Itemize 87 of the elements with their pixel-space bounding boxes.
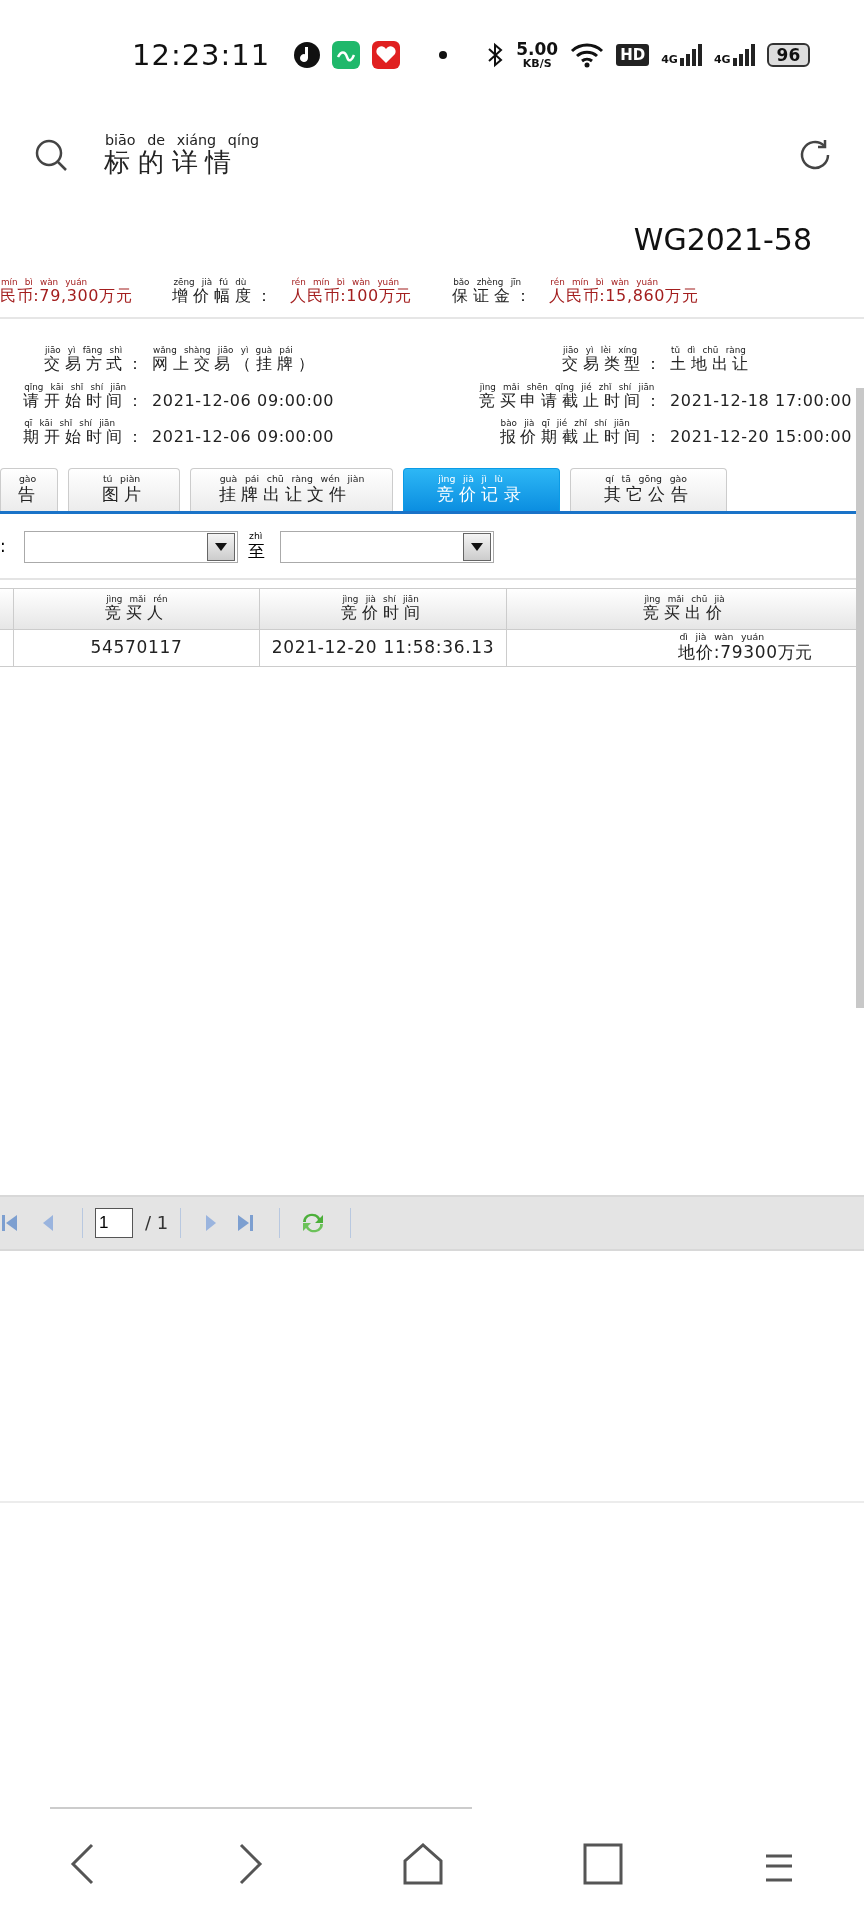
network-type: 4G	[713, 53, 731, 66]
info-label: 交易类型：	[562, 355, 666, 374]
pinyin-text: qí tā gōng gào	[604, 474, 688, 485]
pinyin-text: jìng mǎi chū jià	[644, 594, 725, 605]
music-app-icon	[294, 42, 321, 68]
signal-icon	[732, 44, 755, 66]
pinyin-text: jìng jià shí jiān	[342, 594, 419, 605]
column-title: 竞买人	[105, 604, 168, 623]
dot-icon	[438, 50, 449, 60]
home-icon[interactable]	[402, 1843, 443, 1885]
page-title: 标的详情	[104, 148, 240, 179]
price-label: 保证金：	[452, 286, 536, 305]
pinyin-text: zēng jià fú dù	[173, 276, 247, 287]
tab[interactable]: guà pái chū ràng wén jiàn 挂牌出让文件	[190, 467, 393, 511]
caret-icon	[215, 542, 227, 551]
refresh-icon[interactable]	[798, 138, 832, 172]
info-value: 土地出让	[670, 355, 754, 374]
info-label: 请开始时间：	[23, 391, 148, 410]
info-label: 交易方式：	[44, 355, 148, 374]
pinyin-text: jìng mǎi shēn qǐng jié zhǐ shí jiān	[478, 381, 655, 392]
price-label: 增价幅度：	[172, 286, 277, 305]
tab-label: 图片	[101, 485, 147, 505]
pinyin-text: dì jià wàn yuán	[678, 632, 765, 644]
price-value: 人民币:100万元	[290, 286, 413, 305]
pinyin-text: zhì	[248, 531, 263, 543]
dropdown-button[interactable]	[463, 532, 492, 561]
pinyin-text: bào jià qī jié zhǐ shí jiān	[499, 418, 630, 428]
pinyin-text: mín bì wàn yuán	[0, 276, 88, 287]
pinyin-text: rén mín bì wàn yuán	[549, 276, 659, 287]
info-value: 2021-12-20 15:00:00	[670, 428, 853, 447]
table-cell-text: 2021-12-20 11:58:36.13	[271, 637, 495, 658]
column-title: 竞买出价	[643, 604, 727, 623]
network-speed: 5.00	[516, 41, 559, 58]
wifi-icon	[570, 42, 605, 68]
info-label: 报价期截止时间：	[499, 428, 666, 447]
search-icon[interactable]	[34, 138, 68, 172]
heart-app-icon	[372, 41, 401, 69]
date-select[interactable]	[280, 530, 495, 563]
column-title: 竞价时间	[341, 604, 425, 623]
table-cell-text: 地价:79300万元	[678, 643, 813, 663]
table-cell-text: 54570117	[90, 637, 183, 658]
bluetooth-icon	[486, 42, 505, 68]
pinyin-text: gào	[17, 474, 37, 486]
pinyin-text: jiāo yì fāng shì	[45, 345, 123, 356]
pinyin-text: jìng jià jì lù	[437, 474, 503, 486]
pinyin-text: bǎo zhèng jīn	[452, 276, 522, 287]
info-value: 2021-12-06 09:00:00	[152, 391, 335, 410]
hd-badge: HD	[616, 44, 650, 66]
price-value: 人民币:15,860万元	[549, 286, 699, 305]
status-time: 12:23:11	[132, 38, 271, 72]
tab[interactable]: qí tā gōng gào 其它公告	[570, 467, 727, 511]
filter-label: :	[0, 536, 11, 557]
tabs-icon[interactable]	[583, 1843, 624, 1885]
lot-number: WG2021-58	[632, 221, 813, 257]
page-input[interactable]: 1	[95, 1207, 133, 1238]
signal-icon	[679, 44, 702, 66]
info-label: 期开始时间：	[23, 428, 148, 447]
pinyin-text: guà pái chū ràng wén jiàn	[218, 474, 365, 486]
pinyin-text: wǎng shàng jiāo yì guà pái	[152, 345, 293, 356]
tab-label: 竞价记录	[437, 485, 526, 505]
pinyin-text: qī kāi shǐ shí jiān	[24, 418, 115, 428]
pinyin-text: biāo de xiáng qíng	[104, 131, 260, 149]
tab[interactable]: gào 告	[0, 467, 58, 511]
pinyin-text: jìng mǎi rén	[106, 594, 168, 605]
info-value: 网上交易（挂牌）	[152, 355, 319, 374]
filter-to-label: 至	[248, 542, 271, 562]
info-value: 2021-12-06 09:00:00	[152, 428, 335, 447]
tab[interactable]: tú piàn 图片	[68, 467, 180, 511]
info-value: 2021-12-18 17:00:00	[670, 391, 853, 410]
date-select[interactable]	[24, 530, 238, 563]
page-total: / 1	[145, 1212, 169, 1233]
app-icon	[332, 41, 361, 69]
tab-label: 挂牌出让文件	[218, 485, 352, 505]
tab-label: 其它公告	[604, 485, 693, 505]
network-speed-unit: KB/S	[522, 58, 552, 69]
pinyin-text: qǐng kāi shǐ shí jiān	[24, 381, 127, 392]
pinyin-text: rén mín bì wàn yuán	[290, 276, 400, 287]
tab-label: 告	[17, 485, 41, 505]
pinyin-text: tú piàn	[101, 474, 141, 486]
pinyin-text: tǔ dì chū ràng	[670, 345, 746, 355]
caret-icon	[471, 542, 484, 551]
network-type: 4G	[661, 53, 678, 66]
pinyin-text: jiāo yì lèi xíng	[563, 345, 637, 356]
price-value: 民币:79,300万元	[0, 286, 133, 305]
battery-level: 96	[766, 43, 811, 67]
dropdown-button[interactable]	[207, 532, 235, 561]
info-label: 竞买申请截止时间：	[478, 391, 666, 410]
